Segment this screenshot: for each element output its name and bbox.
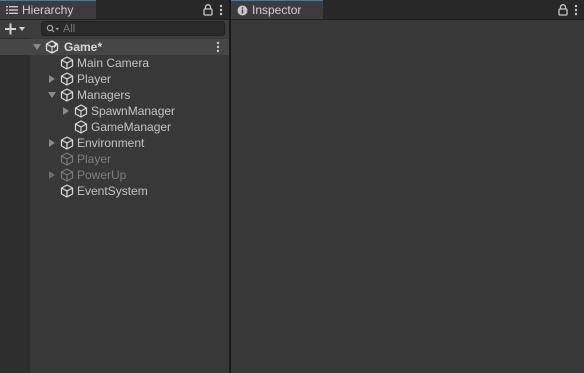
inspector-tab-tools — [558, 0, 578, 19]
search-input[interactable] — [60, 22, 203, 35]
editor-window: Hierarchy All Game* Main Camera Player M… — [0, 0, 584, 373]
tree-item[interactable]: EventSystem — [0, 183, 229, 199]
cube-icon — [60, 152, 74, 166]
tree-item-label: Managers — [77, 88, 131, 102]
tree-item[interactable]: GameManager — [0, 119, 229, 135]
cube-icon — [74, 104, 88, 118]
cube-icon — [60, 88, 74, 102]
plus-dropdown-icon — [5, 23, 25, 35]
tab-hierarchy-label: Hierarchy — [22, 3, 74, 17]
cube-icon — [60, 72, 74, 86]
tree-item-label: GameManager — [91, 120, 172, 134]
tree-item[interactable]: Player — [0, 151, 229, 167]
unity-scene-icon — [45, 40, 59, 54]
lock-icon[interactable] — [558, 3, 568, 16]
tree-item[interactable]: PowerUp — [0, 167, 229, 183]
search-icon — [46, 24, 59, 32]
tree-item[interactable]: Environment — [0, 135, 229, 151]
list-icon — [6, 6, 18, 14]
fold-collapsed-icon[interactable] — [48, 171, 56, 179]
lock-icon[interactable] — [203, 3, 213, 16]
scene-menu-icon[interactable] — [216, 41, 220, 53]
tree-item[interactable]: Managers — [0, 87, 229, 103]
create-dropdown-button[interactable] — [0, 20, 32, 38]
cube-icon — [60, 168, 74, 182]
tree-item[interactable]: Main Camera — [0, 55, 229, 71]
tree-item-label: SpawnManager — [91, 104, 176, 118]
tab-hierarchy[interactable]: Hierarchy — [0, 0, 96, 19]
fold-collapsed-icon[interactable] — [48, 75, 56, 83]
cube-icon — [60, 56, 74, 70]
tab-inspector[interactable]: Inspector — [231, 0, 323, 19]
fold-expanded-icon[interactable] — [48, 91, 56, 99]
tree-item-label: Main Camera — [77, 56, 150, 70]
inspector-tabbar: Inspector — [231, 0, 584, 20]
kebab-menu-icon[interactable] — [219, 4, 223, 16]
tree-item-label: Environment — [77, 136, 145, 150]
hierarchy-toolbar — [0, 20, 229, 38]
inspector-panel: Inspector — [231, 0, 584, 373]
cube-icon — [60, 184, 74, 198]
tree-item-label: Player — [77, 152, 112, 166]
kebab-menu-icon[interactable] — [574, 4, 578, 16]
cube-icon — [74, 120, 88, 134]
fold-collapsed-icon[interactable] — [48, 139, 56, 147]
hierarchy-tab-tools — [203, 0, 223, 19]
scene-row[interactable]: Game* — [0, 39, 229, 55]
hierarchy-tabbar: Hierarchy — [0, 0, 229, 20]
tab-inspector-label: Inspector — [252, 3, 302, 17]
tree-item[interactable]: Player — [0, 71, 229, 87]
cube-icon — [60, 136, 74, 150]
tree-item-label: Player — [77, 72, 112, 86]
scene-name: Game* — [64, 40, 103, 54]
tree-item-label: EventSystem — [77, 184, 148, 198]
tree-item[interactable]: SpawnManager — [0, 103, 229, 119]
fold-collapsed-icon[interactable] — [62, 107, 70, 115]
hierarchy-tree: Game* Main Camera Player Managers SpawnMana… — [0, 38, 229, 373]
inspector-body — [231, 20, 584, 373]
fold-expanded-icon[interactable] — [33, 43, 41, 51]
tree-item-label: PowerUp — [77, 168, 127, 182]
search-field[interactable] — [41, 21, 225, 36]
info-icon — [237, 5, 248, 15]
hierarchy-panel: Hierarchy All Game* Main Camera Player M… — [0, 0, 229, 373]
